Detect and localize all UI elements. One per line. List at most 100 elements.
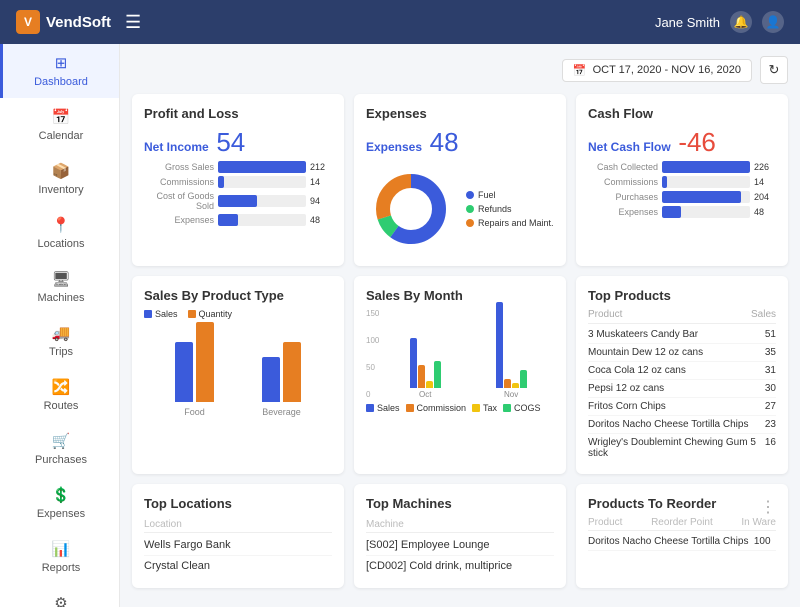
pl-bar-track bbox=[218, 161, 306, 173]
legend-sq bbox=[144, 310, 152, 318]
sidebar-item-dashboard[interactable]: ⊞Dashboard bbox=[0, 44, 119, 98]
date-bar: 📅 OCT 17, 2020 - NOV 16, 2020 ↻ bbox=[132, 56, 788, 84]
month-legend: SalesCommissionTaxCOGS bbox=[366, 403, 554, 413]
products-reorder-header-row: Products To Reorder ⋮ bbox=[588, 496, 776, 517]
sidebar-item-locations[interactable]: 📍Locations bbox=[0, 206, 119, 260]
location-row: Wells Fargo Bank bbox=[144, 535, 332, 556]
cf-bar-track bbox=[662, 206, 750, 218]
sidebar-item-routes[interactable]: 🔀 Routes bbox=[0, 368, 119, 422]
legend-item: Fuel bbox=[466, 190, 554, 200]
col-reorder-point: Reorder Point bbox=[651, 517, 713, 528]
spt-bar-group: Food bbox=[154, 322, 235, 417]
product-name: Fritos Corn Chips bbox=[588, 401, 666, 412]
month-legend-sq bbox=[472, 404, 480, 412]
sidebar-item-reports[interactable]: 📊 Reports bbox=[0, 530, 119, 584]
top-machines-title: Top Machines bbox=[366, 496, 554, 511]
pl-bar-row: Gross Sales 212 bbox=[144, 161, 332, 173]
y-axis-label: 150 bbox=[366, 309, 379, 318]
spt-group-label: Food bbox=[184, 407, 205, 417]
pl-bar-row: Expenses 48 bbox=[144, 214, 332, 226]
col-in-ware: In Ware bbox=[741, 517, 776, 528]
top-locations-col: Location bbox=[144, 517, 332, 533]
sidebar-icon-reports: 📊 bbox=[52, 540, 71, 558]
product-sales: 31 bbox=[765, 365, 776, 376]
sidebar-item-machines[interactable]: 🖥Machines bbox=[0, 260, 119, 314]
products-reorder-rows: Doritos Nacho Cheese Tortilla Chips 100 bbox=[588, 533, 776, 551]
spt-group-label: Beverage bbox=[262, 407, 301, 417]
spt-qty-bar bbox=[196, 322, 214, 402]
legend-label: Refunds bbox=[478, 204, 512, 214]
legend-dot bbox=[466, 191, 474, 199]
pl-bar-label: Commissions bbox=[144, 177, 214, 187]
sidebar-icon-calendar: 📅 bbox=[52, 108, 71, 126]
date-range[interactable]: 📅 OCT 17, 2020 - NOV 16, 2020 bbox=[562, 59, 752, 82]
user-icon[interactable]: 👤 bbox=[762, 11, 784, 33]
sidebar-icon-purchases: 🛒 bbox=[52, 432, 71, 450]
sales-product-legend: Sales Quantity bbox=[144, 309, 332, 319]
legend-label: Repairs and Maint. bbox=[478, 218, 554, 228]
col-sales-header: Sales bbox=[751, 309, 776, 320]
sidebar-item-calendar[interactable]: 📅Calendar bbox=[0, 98, 119, 152]
sidebar-icon-trips: 🚚 bbox=[52, 324, 71, 342]
date-range-text: OCT 17, 2020 - NOV 16, 2020 bbox=[593, 64, 741, 76]
sidebar-label-trips: Trips bbox=[49, 346, 73, 358]
sidebar-icon-machines: 🖥 bbox=[51, 270, 70, 288]
sidebar-label-inventory: Inventory bbox=[38, 184, 83, 196]
cf-bar-value: 226 bbox=[754, 162, 776, 172]
reorder-point: 100 bbox=[754, 536, 771, 547]
sidebar-item-inventory[interactable]: 📦Inventory bbox=[0, 152, 119, 206]
sidebar-label-reports: Reports bbox=[42, 562, 81, 574]
profit-loss-card: Profit and Loss Net Income 54 Gross Sale… bbox=[132, 94, 344, 266]
bell-icon[interactable]: 🔔 bbox=[730, 11, 752, 33]
cf-bar-row: Purchases 204 bbox=[588, 191, 776, 203]
top-locations-rows: Wells Fargo BankCrystal Clean bbox=[144, 535, 332, 576]
cf-bar-row: Expenses 48 bbox=[588, 206, 776, 218]
sidebar-item-trips[interactable]: 🚚 Trips bbox=[0, 314, 119, 368]
legend-sq bbox=[188, 310, 196, 318]
sidebar-item-purchases[interactable]: 🛒Purchases bbox=[0, 422, 119, 476]
sales-product-chart: Food Beverage bbox=[144, 327, 332, 417]
cf-bar-track bbox=[662, 191, 750, 203]
product-sales: 23 bbox=[765, 419, 776, 430]
cf-bar-row: Cash Collected 226 bbox=[588, 161, 776, 173]
month-label: Oct bbox=[419, 390, 431, 399]
hamburger-icon[interactable]: ☰ bbox=[125, 12, 141, 33]
month-bar bbox=[418, 365, 425, 388]
month-legend-sq bbox=[406, 404, 414, 412]
sidebar-icon-expenses: 💲 bbox=[52, 486, 71, 504]
month-bar-group: Nov bbox=[472, 302, 550, 399]
legend-dot bbox=[466, 219, 474, 227]
month-legend-item: COGS bbox=[503, 403, 541, 413]
spt-legend-item: Sales bbox=[144, 309, 178, 319]
table-row: Coca Cola 12 oz cans31 bbox=[588, 362, 776, 380]
sales-month-card: Sales By Month 150100500 OctNov SalesCom… bbox=[354, 276, 566, 474]
net-cashflow-label: Net Cash Flow bbox=[588, 140, 671, 154]
header-left: V VendSoft ☰ bbox=[16, 10, 141, 34]
cf-bars: Cash Collected 226 Commissions 14 Purcha… bbox=[588, 161, 776, 218]
product-sales: 51 bbox=[765, 329, 776, 340]
month-legend-item: Tax bbox=[472, 403, 497, 413]
sidebar-label-expenses: Expenses bbox=[37, 508, 85, 520]
pl-bar-value: 48 bbox=[310, 215, 332, 225]
products-reorder-menu-icon[interactable]: ⋮ bbox=[760, 497, 776, 517]
pl-bar-track bbox=[218, 214, 306, 226]
reorder-row: Doritos Nacho Cheese Tortilla Chips 100 bbox=[588, 533, 776, 551]
sidebar-item-configuration[interactable]: ⚙Configuration bbox=[0, 584, 119, 607]
legend-item: Refunds bbox=[466, 204, 554, 214]
machine-row: [CD002] Cold drink, multiprice bbox=[366, 556, 554, 576]
pl-bar-value: 94 bbox=[310, 196, 332, 206]
spt-group-bars bbox=[262, 342, 301, 402]
sidebar-item-expenses[interactable]: 💲 Expenses bbox=[0, 476, 119, 530]
month-bars-area: OctNov bbox=[382, 309, 554, 399]
sidebar-icon-locations: 📍 bbox=[52, 216, 71, 234]
month-legend-item: Sales bbox=[366, 403, 400, 413]
refresh-button[interactable]: ↻ bbox=[760, 56, 788, 84]
top-locations-title: Top Locations bbox=[144, 496, 332, 511]
legend-label: Quantity bbox=[199, 309, 233, 319]
main-layout: ⊞Dashboard📅Calendar📦Inventory📍Locations🖥… bbox=[0, 44, 800, 607]
reorder-product: Doritos Nacho Cheese Tortilla Chips bbox=[588, 536, 748, 547]
top-machines-rows: [S002] Employee Lounge[CD002] Cold drink… bbox=[366, 535, 554, 576]
sidebar-label-routes: Routes bbox=[44, 400, 79, 412]
main-content: 📅 OCT 17, 2020 - NOV 16, 2020 ↻ Profit a… bbox=[120, 44, 800, 607]
sidebar-icon-routes: 🔀 bbox=[52, 378, 71, 396]
